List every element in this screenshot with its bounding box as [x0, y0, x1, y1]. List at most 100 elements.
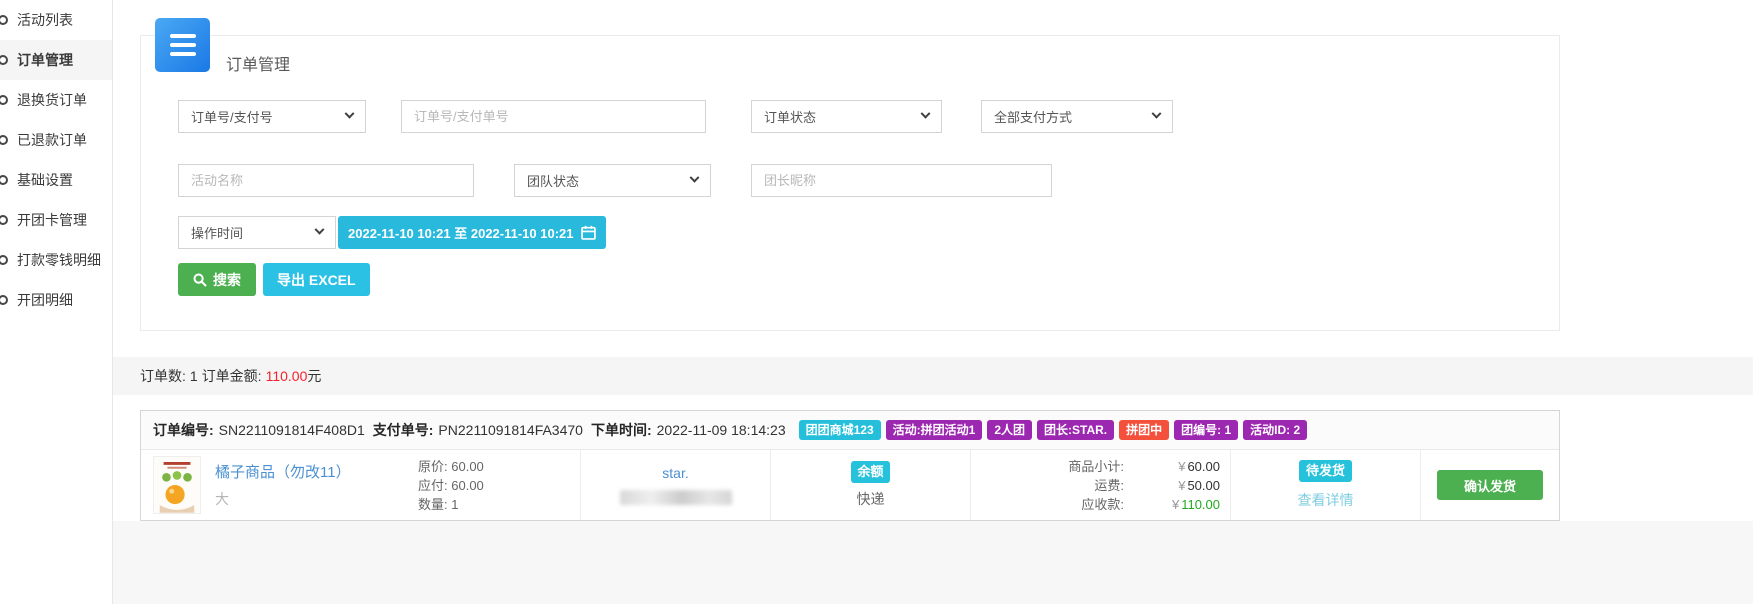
activity-badge: 活动:拼团活动1	[886, 420, 983, 440]
select-value: 团队状态	[527, 171, 579, 190]
pay-no-value: PN2211091814FA3470	[438, 422, 583, 438]
order-card: 订单编号: SN2211091814F408D1 支付单号: PN2211091…	[140, 410, 1560, 521]
product-name-block: 橘子商品（勿改11） 大	[215, 461, 351, 509]
orig-price-line: 原价: 60.00	[418, 457, 580, 476]
leader-badge: 团长:STAR.	[1037, 420, 1114, 440]
order-row: 橘子商品（勿改11） 大 原价: 60.00 应付: 60.00 数量: 1	[141, 450, 1559, 520]
leader-nickname-input[interactable]	[751, 164, 1052, 197]
subtotal-value: 60.00	[1187, 459, 1220, 474]
time-type-select[interactable]: 操作时间	[178, 216, 336, 249]
sidebar-item-label: 基础设置	[17, 170, 73, 190]
payment-method-badge: 余额	[851, 461, 889, 483]
sidebar-item-activity-list[interactable]: 活动列表	[0, 0, 112, 40]
chevron-down-icon	[921, 109, 931, 119]
sidebar-item-group-card-management[interactable]: 开团卡管理	[0, 200, 112, 240]
date-range-button[interactable]: 2022-11-10 10:21 至 2022-11-10 10:21	[338, 216, 606, 249]
yen-symbol: ¥	[1178, 459, 1185, 474]
sidebar-item-refunded-orders[interactable]: 已退款订单	[0, 120, 112, 160]
product-name-link[interactable]: 橘子商品（勿改11）	[215, 461, 351, 482]
orders-label: 订单数:	[140, 366, 186, 386]
receivable-row: 应收款: ¥110.00	[971, 495, 1230, 514]
buyer-cell: star.	[581, 450, 771, 520]
menu-toggle-button[interactable]	[155, 18, 210, 72]
order-header-bar: 订单编号: SN2211091814F408D1 支付单号: PN2211091…	[141, 411, 1559, 450]
order-no-label: 订单编号:	[153, 420, 214, 440]
shipping-row: 运费: ¥50.00	[971, 476, 1230, 495]
sidebar-item-label: 活动列表	[17, 10, 73, 30]
search-label: 搜索	[213, 270, 241, 290]
sidebar-item-group-open-details[interactable]: 开团明细	[0, 280, 112, 320]
product-cell: 橘子商品（勿改11） 大 原价: 60.00 应付: 60.00 数量: 1	[141, 450, 581, 520]
sidebar-item-label: 打款零钱明细	[17, 250, 101, 270]
pay-price-line: 应付: 60.00	[418, 476, 580, 495]
group-size-badge: 2人团	[987, 420, 1032, 440]
select-value: 操作时间	[191, 223, 243, 242]
status-cell: 待发货 查看详情	[1231, 450, 1421, 520]
sidebar-item-label: 已退款订单	[17, 130, 87, 150]
sidebar-item-label: 开团明细	[17, 290, 73, 310]
order-no-type-select[interactable]: 订单号/支付号	[178, 100, 366, 133]
search-button[interactable]: 搜索	[178, 263, 256, 296]
page-title: 订单管理	[226, 51, 290, 75]
radio-circle-icon	[0, 255, 8, 265]
order-summary-bar: 订单数: 1 订单金额: 110.00 元	[113, 357, 1753, 395]
hamburger-icon	[170, 34, 196, 38]
orders-count: 1	[190, 368, 198, 384]
activity-name-input[interactable]	[178, 164, 474, 197]
sidebar-item-transfer-change-details[interactable]: 打款零钱明细	[0, 240, 112, 280]
select-value: 订单号/支付号	[191, 107, 273, 126]
radio-circle-icon	[0, 95, 8, 105]
search-icon	[193, 273, 207, 287]
buyer-masked-info	[620, 490, 732, 505]
radio-circle-icon	[0, 15, 8, 25]
chevron-down-icon	[690, 173, 700, 183]
yen-symbol: ¥	[1172, 497, 1179, 512]
product-thumbnail	[153, 456, 201, 514]
sidebar-item-label: 开团卡管理	[17, 210, 87, 230]
subtotal-row: 商品小计: ¥60.00	[971, 457, 1230, 476]
ship-status-badge: 待发货	[1299, 460, 1352, 482]
radio-circle-icon	[0, 295, 8, 305]
product-price-block: 原价: 60.00 应付: 60.00 数量: 1	[418, 457, 580, 514]
sidebar-item-order-management[interactable]: 订单管理	[0, 40, 112, 80]
order-amount: 110.00	[266, 368, 308, 384]
order-management-page: 活动列表 订单管理 退换货订单 已退款订单 基础设置 开团卡管理 打款零钱明细	[0, 0, 1753, 604]
order-no-input[interactable]	[401, 100, 706, 133]
order-no-value: SN2211091814F408D1	[219, 422, 365, 438]
order-status-select[interactable]: 订单状态	[751, 100, 942, 133]
amount-label: 订单金额:	[202, 366, 262, 386]
group-status-badge: 拼团中	[1119, 420, 1169, 440]
order-time-label: 下单时间:	[591, 420, 652, 440]
payment-cell: 余额 快递	[771, 450, 971, 520]
export-label: 导出 EXCEL	[277, 270, 356, 290]
sidebar-item-return-exchange-orders[interactable]: 退换货订单	[0, 80, 112, 120]
select-value: 订单状态	[764, 107, 816, 126]
sidebar-item-basic-settings[interactable]: 基础设置	[0, 160, 112, 200]
amounts-cell: 商品小计: ¥60.00 运费: ¥50.00 应收款: ¥110.00	[971, 450, 1231, 520]
sidebar-item-label: 订单管理	[17, 50, 73, 70]
receivable-value: 110.00	[1181, 497, 1220, 512]
calendar-icon	[581, 225, 596, 240]
radio-circle-icon	[0, 135, 8, 145]
action-cell: 确认发货	[1421, 450, 1559, 520]
group-id-badge: 团编号: 1	[1174, 420, 1238, 440]
yen-symbol: ¥	[1178, 478, 1185, 493]
buyer-name-link[interactable]: star.	[662, 465, 688, 481]
export-excel-button[interactable]: 导出 EXCEL	[263, 263, 370, 296]
chevron-down-icon	[315, 225, 325, 235]
select-value: 全部支付方式	[994, 107, 1072, 126]
quantity-line: 数量: 1	[418, 495, 580, 514]
activity-id-badge: 活动ID: 2	[1243, 420, 1307, 440]
radio-circle-icon	[0, 55, 8, 65]
radio-circle-icon	[0, 215, 8, 225]
amount-unit: 元	[307, 366, 321, 386]
confirm-ship-button[interactable]: 确认发货	[1437, 470, 1543, 500]
pay-method-select[interactable]: 全部支付方式	[981, 100, 1173, 133]
product-spec: 大	[215, 489, 351, 509]
view-details-link[interactable]: 查看详情	[1298, 490, 1354, 510]
content-background	[113, 521, 1753, 604]
sidebar-item-label: 退换货订单	[17, 90, 87, 110]
shipping-value: 50.00	[1187, 478, 1220, 493]
date-range-text: 2022-11-10 10:21 至 2022-11-10 10:21	[348, 223, 574, 242]
team-status-select[interactable]: 团队状态	[514, 164, 711, 197]
